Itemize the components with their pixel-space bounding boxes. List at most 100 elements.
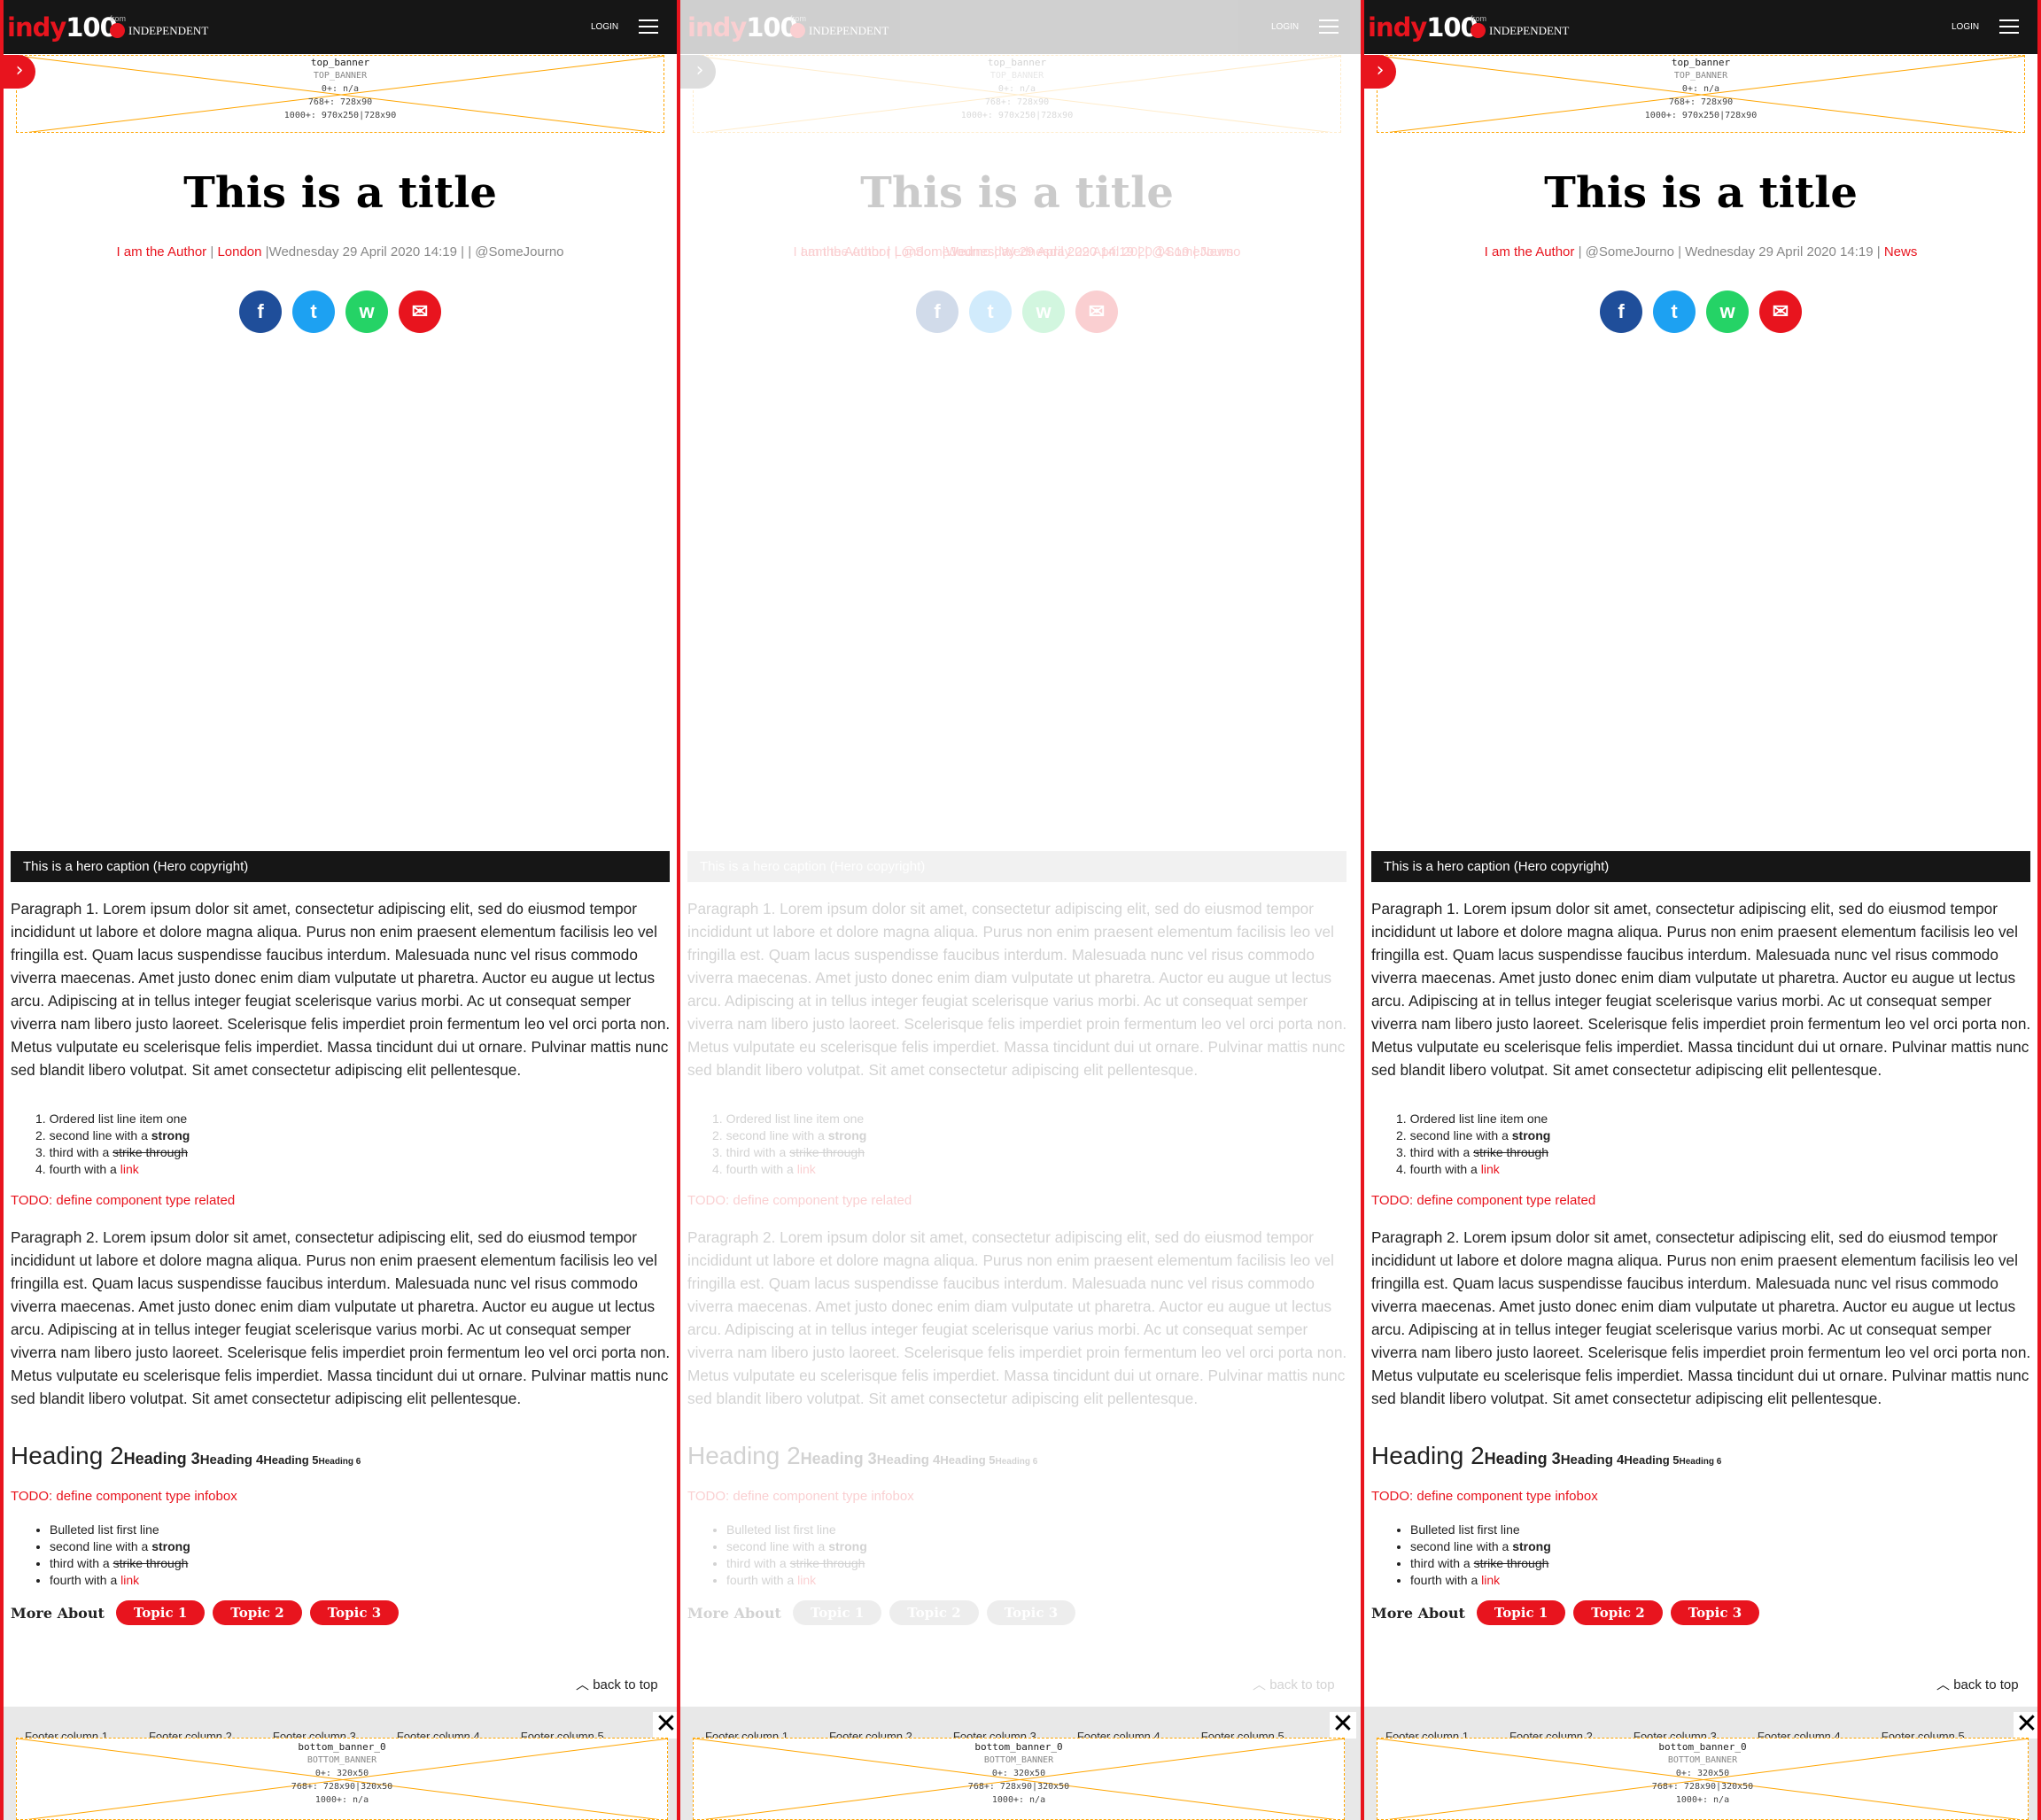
ad-size-line: 0+: n/a xyxy=(997,84,1036,94)
author-link[interactable]: I am the Author xyxy=(116,244,206,259)
article-title: This is a title xyxy=(1544,168,1858,218)
bottom-banner-ad: bottom_banner_0 BOTTOM_BANNER 0+: 320x50… xyxy=(693,1738,1345,1820)
bulleted-list: Bulleted list first line second line wit… xyxy=(37,1522,190,1589)
paragraph-1: Paragraph 1. Lorem ipsum dolor sit amet,… xyxy=(687,900,1347,1079)
location-link[interactable]: London xyxy=(217,244,261,259)
facebook-share-icon[interactable]: f xyxy=(1600,290,1642,333)
paragraph-2: Paragraph 2. Lorem ipsum dolor sit amet,… xyxy=(11,1228,671,1407)
list-item: third with a strike through xyxy=(50,1555,190,1572)
section-link[interactable]: News xyxy=(1884,244,1918,259)
chevron-up-icon: ︿ xyxy=(576,1677,590,1692)
paragraph-1: Paragraph 1. Lorem ipsum dolor sit amet,… xyxy=(1371,900,2031,1079)
top-banner-ad: top_banner TOP_BANNER 0+: n/a 768+: 728x… xyxy=(1377,55,2025,133)
list-item: second line with a strong xyxy=(726,1538,867,1555)
topic-tag-2[interactable]: Topic 2 xyxy=(1573,1600,1663,1625)
twitter-share-icon[interactable]: t xyxy=(969,290,1012,333)
heading-samples: Heading 2Heading 3Heading 4Heading 5Head… xyxy=(11,1442,361,1470)
ad-slot-id: BOTTOM_BANNER xyxy=(983,1755,1054,1765)
heading-4: Heading 4 xyxy=(1560,1452,1625,1468)
ad-size-line: 1000+: n/a xyxy=(991,1795,1046,1805)
bottom-banner-ad: bottom_banner_0 BOTTOM_BANNER 0+: 320x50… xyxy=(16,1738,668,1820)
ordered-list: 1. Ordered list line item one 2. second … xyxy=(1396,1111,1550,1178)
heading-samples: Heading 2Heading 3Heading 4Heading 5Head… xyxy=(687,1442,1037,1470)
twitter-share-icon[interactable]: t xyxy=(1653,290,1696,333)
ad-size-line: 0+: 320x50 xyxy=(991,1769,1046,1778)
topic-tag-3[interactable]: Topic 3 xyxy=(1670,1600,1760,1625)
inline-link[interactable]: link xyxy=(120,1573,139,1587)
ordered-list: 1. Ordered list line item one 2. second … xyxy=(712,1111,866,1178)
ad-slot-name: top_banner xyxy=(310,57,370,68)
whatsapp-share-icon[interactable]: w xyxy=(1706,290,1749,333)
ad-slot-id: BOTTOM_BANNER xyxy=(307,1755,377,1765)
close-icon[interactable]: ✕ xyxy=(2014,1711,2037,1739)
heading-6: Heading 6 xyxy=(995,1457,1038,1467)
topic-tag-1[interactable]: Topic 1 xyxy=(115,1600,206,1625)
topic-tag-1[interactable]: Topic 1 xyxy=(1476,1600,1566,1625)
author-link[interactable]: I am the Author xyxy=(1485,244,1575,259)
side-arrow-tab[interactable]: › xyxy=(680,55,716,89)
article-title: This is a title xyxy=(183,168,497,218)
list-item: 2. second line with a strong xyxy=(712,1128,867,1142)
more-about: More About Topic 1 Topic 2 Topic 3 xyxy=(11,1600,400,1625)
list-item: Bulleted list first line xyxy=(726,1522,867,1538)
author-link[interactable]: I am the Author xyxy=(801,244,891,259)
topic-tag-3[interactable]: Topic 3 xyxy=(986,1600,1076,1625)
back-to-top-link[interactable]: ︿ back to top xyxy=(1253,1675,1335,1693)
article-title: This is a title xyxy=(860,168,1174,218)
section-link[interactable]: News xyxy=(1200,244,1234,259)
back-to-top-link[interactable]: ︿ back to top xyxy=(1936,1675,2019,1693)
todo-related: TODO: define component type related xyxy=(11,1193,236,1208)
ad-size-line: 0+: n/a xyxy=(321,84,360,94)
heading-3: Heading 3 xyxy=(800,1450,877,1468)
heading-5: Heading 5 xyxy=(1624,1453,1680,1467)
more-about-label: More About xyxy=(1371,1604,1465,1622)
close-icon[interactable]: ✕ xyxy=(1330,1711,1356,1739)
hero-caption: This is a hero caption (Hero copyright) xyxy=(11,851,670,882)
facebook-share-icon[interactable]: f xyxy=(916,290,958,333)
email-share-icon[interactable]: ✉ xyxy=(1075,290,1118,333)
topic-tag-1[interactable]: Topic 1 xyxy=(792,1600,882,1625)
heading-5: Heading 5 xyxy=(940,1453,996,1467)
journalist-handle: @SomeJourno xyxy=(1585,244,1674,259)
journalist-handle: @SomeJourno xyxy=(901,244,990,259)
inline-link[interactable]: link xyxy=(1481,1573,1500,1587)
share-buttons: f t w ✉ xyxy=(1364,290,2037,333)
whatsapp-share-icon[interactable]: w xyxy=(1022,290,1065,333)
publish-date: Wednesday 29 April 2020 14:19 xyxy=(1685,244,1874,259)
inline-link[interactable]: link xyxy=(1481,1162,1500,1176)
ad-slot-name: top_banner xyxy=(987,57,1047,68)
chevron-up-icon: ︿ xyxy=(1253,1677,1267,1692)
whatsapp-share-icon[interactable]: w xyxy=(345,290,388,333)
heading-2: Heading 2 xyxy=(11,1442,124,1469)
journalist-handle: | @SomeJourno xyxy=(468,244,564,259)
close-icon[interactable]: ✕ xyxy=(653,1711,677,1739)
heading-3: Heading 3 xyxy=(123,1450,200,1468)
more-about-label: More About xyxy=(11,1604,105,1622)
inline-link[interactable]: link xyxy=(797,1162,816,1176)
hero-caption: This is a hero caption (Hero copyright) xyxy=(687,851,1346,882)
twitter-share-icon[interactable]: t xyxy=(292,290,335,333)
email-share-icon[interactable]: ✉ xyxy=(1759,290,1802,333)
list-item: 4. fourth with a link xyxy=(712,1162,816,1176)
more-about: More About Topic 1 Topic 2 Topic 3 xyxy=(1371,1600,1760,1625)
list-item: fourth with a link xyxy=(1410,1572,1551,1589)
side-arrow-tab[interactable]: › xyxy=(4,55,35,89)
side-arrow-tab[interactable]: › xyxy=(1364,55,1396,89)
topic-tag-3[interactable]: Topic 3 xyxy=(309,1600,400,1625)
list-item: 1. Ordered list line item one xyxy=(712,1111,865,1126)
list-item: 2. second line with a strong xyxy=(1396,1128,1551,1142)
chevron-up-icon: ︿ xyxy=(1936,1677,1951,1692)
paragraph-2: Paragraph 2. Lorem ipsum dolor sit amet,… xyxy=(687,1228,1347,1407)
list-item: third with a strike through xyxy=(1410,1555,1551,1572)
todo-infobox: TODO: define component type infobox xyxy=(1371,1489,1598,1504)
topic-tag-2[interactable]: Topic 2 xyxy=(889,1600,979,1625)
bottom-banner-container: bottom_banner_0 BOTTOM_BANNER 0+: 320x50… xyxy=(693,1738,1345,1820)
inline-link[interactable]: link xyxy=(797,1573,816,1587)
facebook-share-icon[interactable]: f xyxy=(239,290,282,333)
topic-tag-2[interactable]: Topic 2 xyxy=(213,1600,302,1625)
inline-link[interactable]: link xyxy=(120,1162,139,1176)
email-share-icon[interactable]: ✉ xyxy=(399,290,441,333)
back-to-top-link[interactable]: ︿ back to top xyxy=(576,1675,658,1693)
comparison-panel-1: indy100 from INDEPENDENT LOGIN top_banne… xyxy=(0,0,680,1820)
ad-size-line: 1000+: n/a xyxy=(1675,1795,1730,1805)
